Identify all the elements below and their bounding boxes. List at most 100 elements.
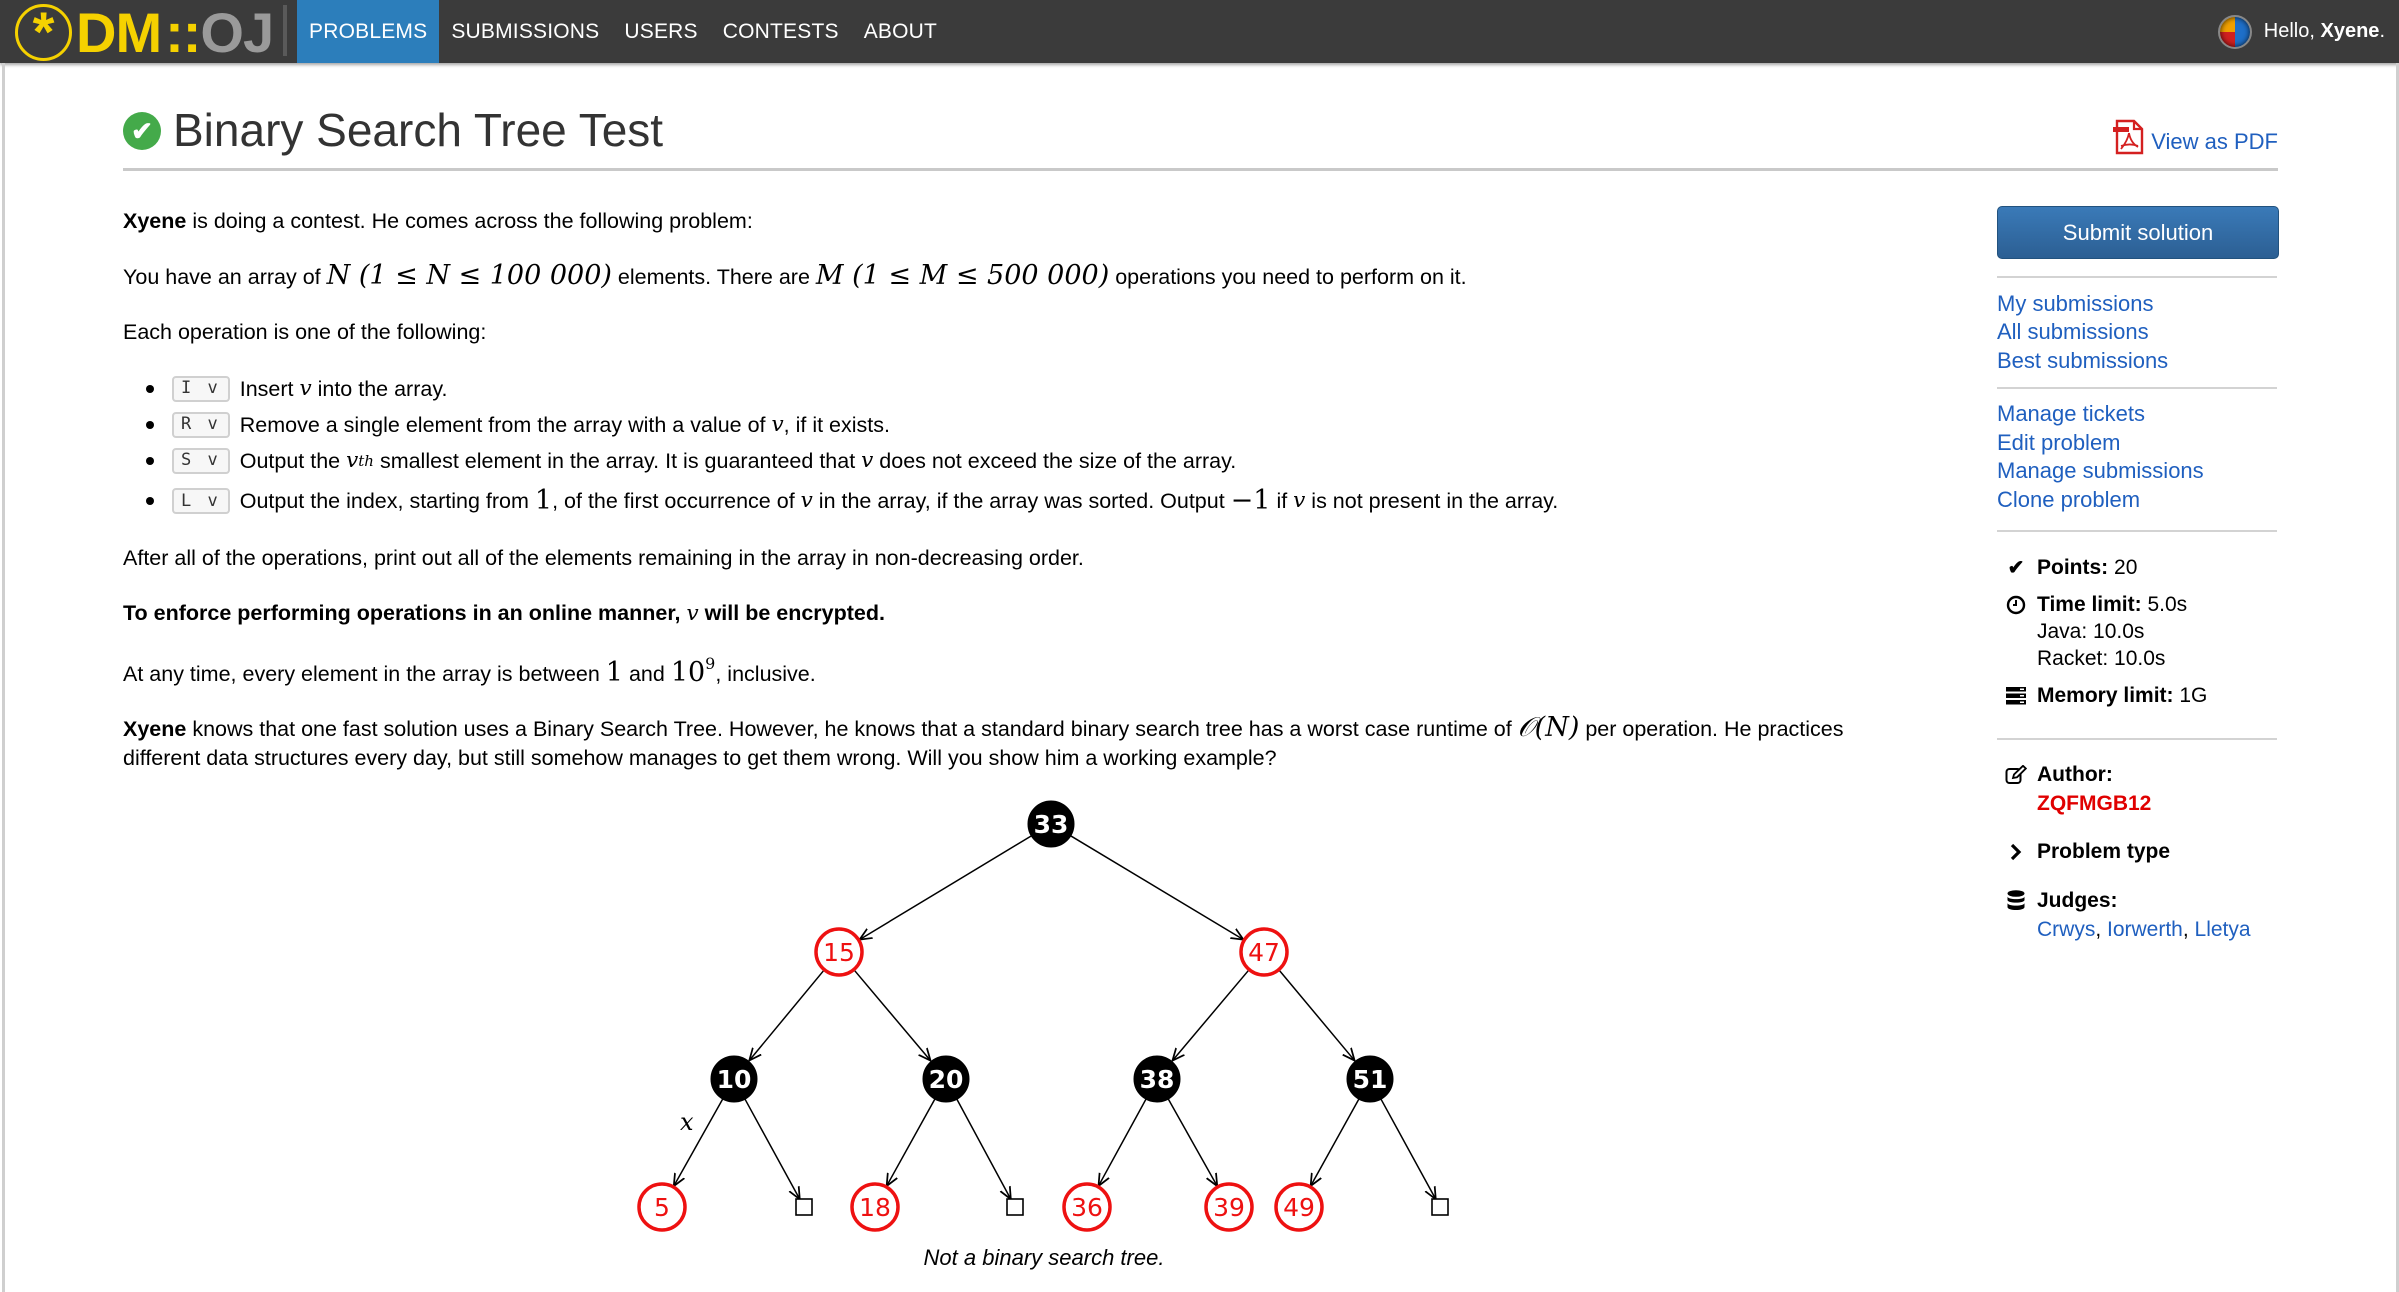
nav-tab-users[interactable]: USERS [612,0,710,63]
sidebar-divider [1997,530,2277,532]
tree-edge [743,1097,800,1199]
tree-edge [955,1097,1011,1199]
avatar[interactable] [2217,14,2252,49]
tree-edge [1276,967,1354,1060]
tree-edge [1172,967,1252,1061]
operation-code: S v [172,448,230,475]
node-value: 10 [717,1065,752,1094]
tree-node-49: 49 [1274,1182,1324,1232]
judge-link[interactable]: Lletya [2195,918,2251,941]
op-text: Output the [239,449,347,473]
title-row: ✔ Binary Search Tree Test View as PDF [123,104,2278,171]
logo-star-glyph: * [32,0,55,63]
tree-edge [860,834,1034,940]
bullet [146,385,154,394]
server-icon [2005,687,2027,705]
tree-edge [749,967,827,1060]
view-as-pdf-label: View as PDF [2151,129,2278,154]
nil-leaf-box [795,1198,813,1216]
logo-dm-text: DM [76,0,162,64]
site-logo[interactable]: * DM:: OJ [15,0,274,64]
math-m-bound: M (1 ≤ M ≤ 500 000) [815,260,1110,291]
logo-separator-text: :: [165,0,201,64]
edit-problem-link[interactable]: Edit problem [1997,430,2121,456]
node-value: 51 [1353,1065,1388,1094]
points-label: Points: [2037,555,2109,579]
statement-story-line2: different data structures every day, but… [123,746,1277,770]
math-v: v [1293,488,1306,514]
view-as-pdf-link[interactable]: View as PDF [2113,119,2278,155]
author-name-link[interactable]: ZQFMGB12 [2037,792,2151,816]
tree-node-18: 18 [850,1182,900,1232]
constraints-text-c: operations you need to perform on it. [1109,265,1467,289]
math-n-bound: N (1 ≤ N ≤ 100 000) [326,260,612,291]
constraints-text-a: You have an array of [123,265,327,289]
node-value: 5 [654,1193,670,1222]
tree-node-5: 5 [637,1182,687,1232]
red-black-tree-diagram: 33 15 47 10 20 38 51 5 18 36 39 49 x [637,800,1449,1232]
nav-tab-submissions[interactable]: SUBMISSIONS [439,0,612,63]
points-value: 20 [2114,555,2138,579]
op-text: Remove a single element from the array w… [239,413,772,437]
nav-tab-problems[interactable]: PROBLEMS [297,0,440,63]
story-text-a: knows that one fast solution uses a Bina… [186,717,1518,741]
problem-type-toggle[interactable]: Problem type [2005,840,2170,864]
tree-edge [1068,834,1243,940]
manage-tickets-link[interactable]: Manage tickets [1997,401,2145,427]
nav-tab-about[interactable]: ABOUT [852,0,950,63]
nil-leaf-box [1431,1198,1449,1216]
author-info: Author: [2005,763,2113,787]
sidebar-divider [1997,387,2277,389]
operation-item-insert: I v Insert v into the array. [146,373,447,405]
problem-type-label: Problem type [2037,840,2171,863]
operation-item-remove: R v Remove a single element from the arr… [146,409,890,441]
intro-text: is doing a contest. He comes across the … [186,209,753,233]
nav-tab-contests[interactable]: CONTESTS [711,0,852,63]
node-value: 38 [1140,1065,1175,1094]
math-one: 1 [534,485,553,516]
bullet [146,421,154,430]
node-value: 33 [1034,810,1069,839]
story-username: Xyene [123,717,187,741]
clock-icon [2005,595,2027,615]
node-value: 39 [1213,1193,1245,1222]
range-text-c: , inclusive. [715,662,816,686]
navbar: * DM:: OJ PROBLEMS SUBMISSIONS USERS CONT… [0,0,2399,64]
time-override-racket: Racket: 10.0s [2037,647,2166,670]
submit-solution-button[interactable]: Submit solution [1997,206,2279,259]
best-submissions-link[interactable]: Best submissions [1997,348,2168,374]
memory-limit-info: Memory limit: 1G [2005,684,2207,708]
page-border-left [2,63,5,1292]
edit-icon [2005,765,2027,785]
range-text-b: and [622,662,671,686]
username[interactable]: Xyene [2321,20,2380,43]
pdf-icon [2113,119,2145,155]
judge-link[interactable]: Crwys [2037,918,2095,941]
tree-edge [1166,1096,1217,1186]
bullet [146,457,154,466]
judges-info: Judges: [2005,889,2118,913]
user-menu[interactable]: Hello, Xyene. [2217,0,2385,63]
math-v: v [686,601,699,626]
page-title: Binary Search Tree Test [173,104,664,156]
statement-output-note: After all of the operations, print out a… [123,546,1084,570]
tree-caption: Not a binary search tree. [923,1245,1165,1270]
math-big-o: 𝒪(N) [1517,712,1580,743]
time-override-java: Java: 10.0s [2037,620,2145,643]
node-value: 20 [929,1065,964,1094]
encryption-text-b: will be encrypted. [698,601,885,625]
greeting-suffix: . [2379,20,2385,42]
op-text: , of the first occurrence of [552,489,801,514]
check-circle-icon: ✔ [123,112,161,150]
manage-submissions-link[interactable]: Manage submissions [1997,458,2204,484]
tree-edges [674,834,1436,1199]
tree-nodes: 33 15 47 10 20 38 51 5 18 36 39 49 [637,800,1449,1232]
op-text: in the array, if the array was sorted. O… [812,489,1231,514]
clone-problem-link[interactable]: Clone problem [1997,487,2140,513]
math-v: v [771,412,784,437]
my-submissions-link[interactable]: My submissions [1997,291,2153,317]
all-submissions-link[interactable]: All submissions [1997,319,2149,345]
intro-username: Xyene [123,209,187,233]
judge-link[interactable]: Iorwerth [2107,918,2183,941]
math-exponent: 9 [705,654,716,673]
